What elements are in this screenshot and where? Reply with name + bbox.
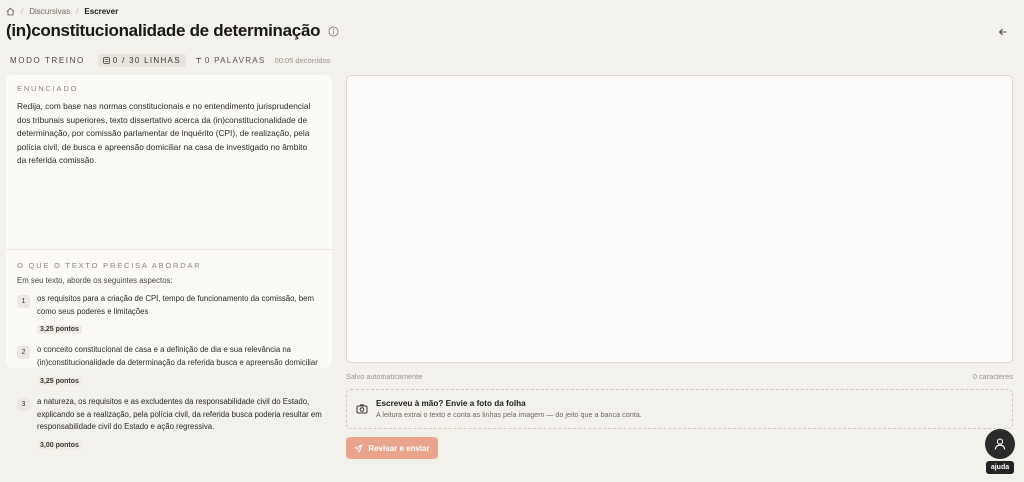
upload-text: Escreveu à mão? Envie a foto da folha A … (376, 399, 642, 419)
enunciado-heading: ENUNCIADO (17, 84, 79, 93)
upload-subtitle: A leitura extrai o texto e conta as linh… (376, 410, 642, 419)
review-submit-button[interactable]: Revisar e enviar (346, 437, 438, 459)
arrow-left-icon[interactable] (998, 27, 1008, 37)
enunciado-text: Redija, com base nas normas constitucion… (17, 101, 311, 165)
enunciado-section: ENUNCIADO Redija, com base nas normas co… (17, 84, 317, 168)
aspect-number: 2 (17, 346, 30, 360)
essay-textarea[interactable] (346, 75, 1013, 363)
lines-icon (103, 57, 110, 64)
points-badge: 3,25 pontos (37, 325, 82, 335)
aspects-heading: O QUE O TEXTO PRECISA ABORDAR (17, 261, 202, 270)
elapsed-time: 00:05 decorridos (274, 56, 331, 65)
upload-title: Escreveu à mão? Envie a foto da folha (376, 399, 526, 408)
line-counter: 0 / 30 LINHAS (112, 56, 181, 65)
aspects-section: O QUE O TEXTO PRECISA ABORDAR Em seu tex… (17, 261, 325, 452)
aspect-item: 1 os requisitos para a criação de CPI, t… (17, 293, 325, 336)
status-row: Salvo automaticamente 0 caracteres (346, 372, 1013, 381)
aspects-intro: Em seu texto, aborde os seguintes aspect… (17, 276, 173, 285)
autosave-status: Salvo automaticamente (346, 372, 423, 381)
word-counter: 0 PALAVRAS (204, 56, 266, 65)
aspect-number: 3 (17, 397, 30, 411)
prompt-card: ENUNCIADO Redija, com base nas normas co… (6, 75, 332, 450)
breadcrumb-separator: / (76, 6, 79, 16)
info-icon[interactable] (328, 25, 339, 37)
home-icon[interactable] (6, 7, 15, 16)
help-button[interactable] (985, 429, 1015, 459)
line-counter-badge: 0 / 30 LINHAS (97, 54, 186, 67)
char-counter: 0 caracteres (972, 372, 1013, 381)
divider (6, 249, 332, 250)
camera-icon (356, 404, 368, 414)
title-row: (in)constitucionalidade de determinação (6, 21, 339, 41)
page-title: (in)constitucionalidade de determinação (6, 21, 321, 40)
aspect-text: os requisitos para a criação de CPI, tem… (37, 294, 314, 316)
aspect-item: 3 a natureza, os requisitos e as exclude… (17, 396, 325, 452)
points-badge: 3,00 pontos (37, 440, 82, 450)
aspect-item: 2 o conceito constitucional de casa e a … (17, 344, 325, 387)
text-icon (195, 57, 201, 64)
aspect-number: 1 (17, 295, 30, 308)
breadcrumb: / Discursivas / Escrever (6, 5, 118, 17)
aspect-text: a natureza, os requisitos e as excludent… (37, 396, 322, 432)
word-counter-badge: 0 PALAVRAS (195, 56, 266, 65)
mode-label: MODO TREINO (10, 56, 85, 65)
breadcrumb-separator: / (21, 6, 24, 16)
meta-row: MODO TREINO 0 / 30 LINHAS 0 PALAVRAS 00:… (6, 54, 330, 67)
send-icon (354, 443, 363, 453)
points-badge: 3,25 pontos (37, 376, 82, 386)
aspect-text: o conceito constitucional de casa e a de… (37, 345, 318, 368)
breadcrumb-item-current: Escrever (84, 6, 119, 16)
person-icon (994, 438, 1006, 450)
help-label: ajuda (986, 461, 1014, 474)
breadcrumb-item-discursivas[interactable]: Discursivas (29, 7, 70, 16)
photo-upload-dropzone[interactable]: Escreveu à mão? Envie a foto da folha A … (346, 389, 1013, 429)
submit-label: Revisar e enviar (368, 443, 430, 453)
